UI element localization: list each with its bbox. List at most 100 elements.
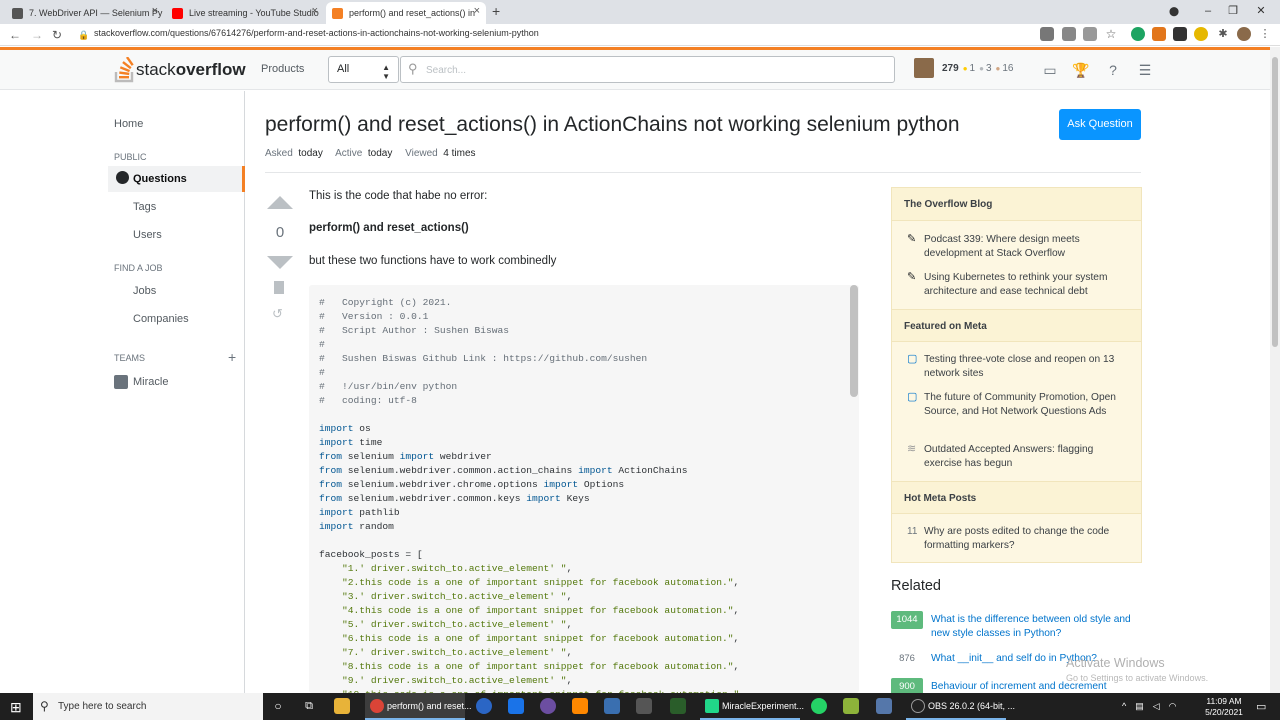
close-tab-icon[interactable]: × xyxy=(474,5,480,17)
blog-item[interactable]: Podcast 339: Where design meets developm… xyxy=(924,233,1129,261)
taskbar-app-pycharm[interactable]: MiracleExperiment... xyxy=(700,693,804,720)
forward-icon[interactable]: → xyxy=(31,26,43,44)
tray-arrow-icon[interactable]: ^ xyxy=(1122,701,1126,712)
hot-meta-item[interactable]: Why are posts edited to change the code … xyxy=(924,525,1129,553)
sidebar-item-home[interactable]: Home xyxy=(114,118,143,130)
ask-question-button[interactable]: Ask Question xyxy=(1059,109,1141,140)
avatar[interactable] xyxy=(914,58,934,78)
network-icon[interactable]: ▤ xyxy=(1135,701,1144,712)
windows-start-icon[interactable]: ⊞ xyxy=(10,699,22,716)
sidebar-item-questions[interactable]: Questions xyxy=(108,166,245,192)
tab-search-icon[interactable]: ⬤ xyxy=(1157,0,1191,22)
extension-icon[interactable] xyxy=(1194,27,1208,41)
close-tab-icon[interactable]: × xyxy=(312,5,318,17)
windows-taskbar: ⊞ ⚲ Type here to search ○ ⧉ perform() an… xyxy=(0,693,1280,720)
extension-icon[interactable] xyxy=(1173,27,1187,41)
qr-icon[interactable] xyxy=(1062,27,1076,41)
app-icon[interactable] xyxy=(843,698,859,714)
downvote-icon[interactable] xyxy=(267,256,293,269)
file-explorer-icon[interactable] xyxy=(334,698,350,714)
taskbar-clock[interactable]: 11:09 AM 5/20/2021 xyxy=(1200,696,1248,718)
whatsapp-icon[interactable] xyxy=(811,698,827,714)
upvote-icon[interactable] xyxy=(267,196,293,209)
code-line: # xyxy=(319,366,849,380)
code-line: "2.this code is a one of important snipp… xyxy=(319,576,849,590)
browser-tab-stackoverflow[interactable]: perform() and reset_actions() in × xyxy=(326,2,486,24)
translate-icon[interactable] xyxy=(1040,27,1054,41)
youtube-icon xyxy=(172,7,183,19)
close-window-icon[interactable]: ✕ xyxy=(1244,0,1278,22)
page-scrollbar[interactable] xyxy=(1270,47,1280,693)
taskbar-app-obs[interactable]: OBS 26.0.2 (64-bit, ... xyxy=(906,693,1015,720)
meta-item[interactable]: Outdated Accepted Answers: flagging exer… xyxy=(924,443,1129,471)
dreamweaver-icon[interactable] xyxy=(670,698,686,714)
help-icon[interactable]: ? xyxy=(1104,61,1122,79)
app-icon[interactable] xyxy=(636,698,652,714)
reload-icon[interactable]: ↻ xyxy=(52,26,62,44)
search-input[interactable]: ⚲ Search... xyxy=(400,56,895,83)
code-scrollbar[interactable] xyxy=(850,285,858,397)
metamask-icon[interactable] xyxy=(1152,27,1166,41)
code-block[interactable]: # Copyright (c) 2021. # Version : 0.0.1 # … xyxy=(309,285,859,693)
bookmark-icon[interactable] xyxy=(274,281,284,294)
user-card[interactable]: 279 ● 1 ● 3 ● 16 xyxy=(914,58,1017,78)
back-icon[interactable]: ← xyxy=(9,26,21,44)
code-token: webdriver xyxy=(434,451,492,462)
volume-icon[interactable]: ◁ xyxy=(1153,701,1160,712)
inbox-icon[interactable]: ▭ xyxy=(1041,61,1059,79)
question-title[interactable]: perform() and reset_actions() in ActionC… xyxy=(265,113,960,137)
sidebar-item-companies[interactable]: Companies xyxy=(133,313,189,325)
task-view-icon[interactable]: ⧉ xyxy=(301,698,317,714)
code-token: "5.' driver.switch_to.active_element' " xyxy=(342,619,567,630)
star-icon[interactable]: ☆ xyxy=(1104,27,1118,41)
lock-icon[interactable]: 🔒 xyxy=(78,26,89,44)
grammarly-icon[interactable] xyxy=(1131,27,1145,41)
active-value[interactable]: today xyxy=(368,148,392,159)
code-line: # Sushen Biswas Github Link : https://gi… xyxy=(319,352,849,366)
gold-badge-count: 1 xyxy=(969,62,976,74)
sidebar-item-team-miracle[interactable]: Miracle xyxy=(133,376,168,388)
wifi-icon[interactable]: ◠ xyxy=(1169,701,1177,712)
site-switcher-icon[interactable]: ☰ xyxy=(1136,61,1154,79)
close-tab-icon[interactable]: × xyxy=(152,5,158,17)
puzzle-icon[interactable]: ✱ xyxy=(1216,27,1230,41)
app-icon[interactable] xyxy=(604,698,620,714)
search-scope-select[interactable]: All ▲ ▼ xyxy=(328,56,399,83)
add-team-icon[interactable]: + xyxy=(228,349,236,365)
sidebar-item-users[interactable]: Users xyxy=(133,229,162,241)
url-field[interactable]: stackoverflow.com/questions/67614276/per… xyxy=(94,28,539,38)
scrollbar-thumb[interactable] xyxy=(1272,57,1278,347)
achievements-icon[interactable]: 🏆 xyxy=(1072,61,1090,79)
blog-item[interactable]: Using Kubernetes to rethink your system … xyxy=(924,271,1129,299)
code-token: , xyxy=(733,605,740,616)
app-icon[interactable] xyxy=(508,698,524,714)
browser-tab-youtube[interactable]: Live streaming - YouTube Studio × xyxy=(166,2,324,24)
cortana-icon[interactable]: ○ xyxy=(270,698,286,714)
app-icon[interactable] xyxy=(876,698,892,714)
related-link[interactable]: What is the difference between old style… xyxy=(931,613,1136,641)
browser-tab-webdriver[interactable]: 7. WebDriver API — Selenium Py × xyxy=(6,2,164,24)
code-token: "1.' driver.switch_to.active_element' " xyxy=(342,563,567,574)
history-icon[interactable]: ↺ xyxy=(272,306,283,322)
post-text: This is the code that habe no error: xyxy=(309,190,488,202)
vlc-icon[interactable] xyxy=(572,698,588,714)
meta-item[interactable]: The future of Community Promotion, Open … xyxy=(924,391,1129,419)
taskbar-search-input[interactable]: ⚲ Type here to search xyxy=(33,693,263,720)
products-menu[interactable]: Products xyxy=(261,63,304,75)
meta-item[interactable]: Testing three-vote close and reopen on 1… xyxy=(924,353,1129,381)
code-line: "8.this code is a one of important snipp… xyxy=(319,660,849,674)
sidebar-item-tags[interactable]: Tags xyxy=(133,201,156,213)
profile-avatar-icon[interactable] xyxy=(1237,27,1251,41)
app-icon[interactable] xyxy=(540,698,556,714)
taskbar-app-chrome[interactable]: perform() and reset... xyxy=(365,693,472,720)
code-line: import time xyxy=(319,436,849,450)
app-icon[interactable] xyxy=(476,698,492,714)
code-line: import random xyxy=(319,520,849,534)
new-tab-button[interactable]: + xyxy=(492,3,500,19)
zoom-icon[interactable] xyxy=(1083,27,1097,41)
code-line: # coding: utf-8 xyxy=(319,394,849,408)
notification-icon[interactable]: ▭ xyxy=(1256,700,1266,713)
stackoverflow-logo[interactable]: stack overflow xyxy=(114,56,246,84)
sidebar-item-jobs[interactable]: Jobs xyxy=(133,285,156,297)
menu-icon[interactable]: ⋮ xyxy=(1258,27,1272,41)
